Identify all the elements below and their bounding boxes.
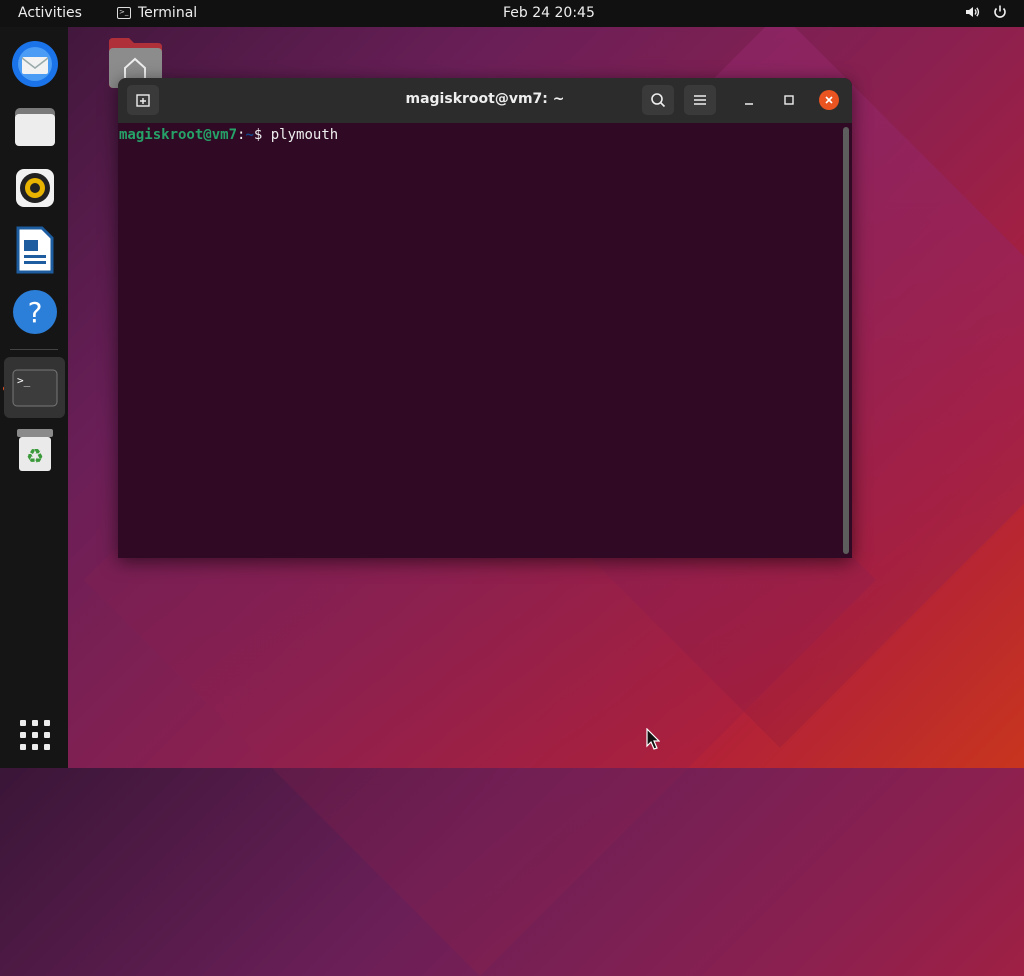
terminal-icon: >_ [12,369,57,406]
svg-text:>_: >_ [17,374,31,387]
grid-icon [19,719,50,750]
activities-button[interactable]: Activities [18,5,82,21]
prompt-path: ~ [245,127,254,143]
terminal-icon: >_ [117,7,131,19]
folder-icon [14,107,55,146]
show-applications-button[interactable] [4,704,65,765]
maximize-button[interactable] [779,90,799,110]
speaker-icon [15,168,54,207]
close-button[interactable] [819,90,839,110]
terminal-window[interactable]: magiskroot@vm7: ~ magiskroot@vm7:~$ plym… [118,78,852,558]
dock-item-terminal[interactable]: >_ [4,357,65,418]
svg-text:?: ? [27,296,42,329]
minimize-icon [745,103,753,105]
prompt-line: magiskroot@vm7:~$ plymouth [119,127,338,143]
terminal-output[interactable]: magiskroot@vm7:~$ plymouth [118,123,840,558]
document-icon [16,226,53,273]
app-menu-label: Terminal [138,5,198,21]
search-icon [651,93,666,108]
system-menu[interactable] [964,4,1008,20]
dock-item-rhythmbox[interactable] [4,157,65,218]
dock-item-files[interactable] [4,95,65,156]
maximize-icon [784,95,794,105]
search-button[interactable] [642,85,674,115]
menu-button[interactable] [684,85,716,115]
hamburger-icon [694,95,706,105]
dock: ? >_ ♻ [0,27,68,768]
terminal-scrollbar[interactable] [843,127,849,554]
mouse-pointer [646,727,661,754]
clock[interactable]: Feb 24 20:45 [503,5,595,21]
dock-item-help[interactable]: ? [4,281,65,342]
dock-item-thunderbird[interactable] [4,33,65,94]
top-bar: Activities >_ Terminal Feb 24 20:45 [0,0,1024,27]
power-icon [992,4,1008,20]
close-icon [825,96,833,104]
volume-icon [964,4,980,20]
trash-icon: ♻ [16,428,53,471]
dock-item-writer[interactable] [4,219,65,280]
terminal-titlebar[interactable]: magiskroot@vm7: ~ [118,78,852,123]
question-icon: ? [12,289,57,334]
minimize-button[interactable] [739,90,759,110]
svg-text:♻: ♻ [26,444,44,468]
pointer-icon [646,727,661,750]
app-menu[interactable]: >_ Terminal [117,5,197,21]
command-text: plymouth [270,127,339,143]
mail-icon [11,40,58,87]
dock-item-trash[interactable]: ♻ [4,419,65,480]
dock-separator [10,349,58,350]
prompt-symbol: $ [253,127,271,143]
prompt-user: magiskroot@vm7 [119,127,238,143]
